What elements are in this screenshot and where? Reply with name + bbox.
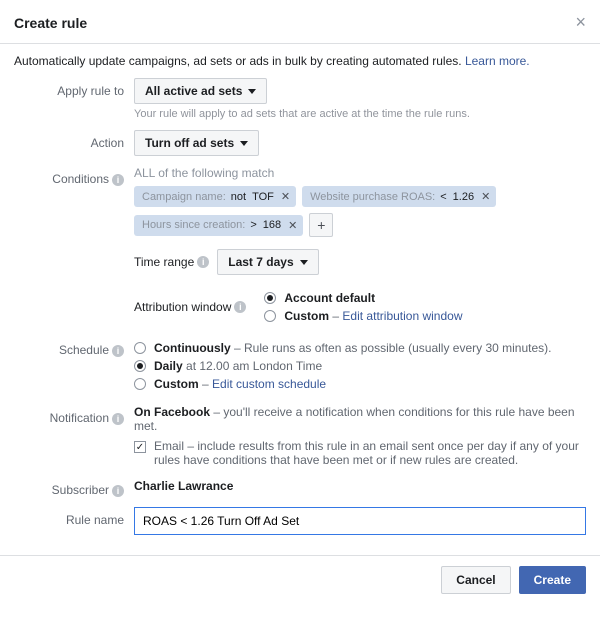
time-range-label: Time rangei (134, 255, 209, 269)
close-icon[interactable]: × (575, 12, 586, 33)
action-label: Action (14, 130, 134, 150)
create-button[interactable]: Create (519, 566, 586, 594)
subscriber-label: Subscriberi (14, 477, 134, 497)
info-icon[interactable]: i (112, 345, 124, 357)
apply-to-dropdown[interactable]: All active ad sets (134, 78, 267, 104)
action-dropdown[interactable]: Turn off ad sets (134, 130, 259, 156)
modal-header: Create rule × (0, 0, 600, 44)
edit-attribution-link[interactable]: Edit attribution window (342, 309, 462, 323)
remove-icon[interactable]: ✕ (281, 190, 290, 203)
info-icon[interactable]: i (197, 256, 209, 268)
action-selected: Turn off ad sets (145, 136, 234, 150)
subtitle-text: Automatically update campaigns, ad sets … (14, 54, 462, 68)
radio-account-default[interactable] (264, 292, 276, 304)
attribution-label: Attribution windowi (134, 300, 246, 314)
schedule-label: Schedulei (14, 337, 134, 357)
rule-name-input[interactable] (134, 507, 586, 535)
remove-icon[interactable]: ✕ (288, 219, 297, 232)
email-desc: Email – include results from this rule i… (154, 439, 586, 467)
apply-to-hint: Your rule will apply to ad sets that are… (134, 108, 586, 120)
remove-icon[interactable]: ✕ (481, 190, 490, 203)
info-icon[interactable]: i (112, 485, 124, 497)
cancel-button[interactable]: Cancel (441, 566, 510, 594)
info-icon[interactable]: i (234, 301, 246, 313)
modal-footer: Cancel Create (0, 556, 600, 604)
notification-label: Notificationi (14, 405, 134, 425)
time-range-dropdown[interactable]: Last 7 days (217, 249, 318, 275)
email-checkbox[interactable]: ✓ (134, 441, 146, 453)
caret-down-icon (300, 260, 308, 265)
modal-body: Automatically update campaigns, ad sets … (0, 44, 600, 541)
radio-schedule-custom[interactable] (134, 378, 146, 390)
radio-attribution-custom[interactable] (264, 310, 276, 322)
modal-title: Create rule (14, 15, 87, 31)
apply-to-label: Apply rule to (14, 78, 134, 98)
info-icon[interactable]: i (112, 413, 124, 425)
radio-schedule-daily[interactable] (134, 360, 146, 372)
subscriber-name: Charlie Lawrance (134, 477, 586, 493)
apply-to-selected: All active ad sets (145, 84, 242, 98)
info-icon[interactable]: i (112, 174, 124, 186)
learn-more-link[interactable]: Learn more. (465, 54, 530, 68)
condition-pill[interactable]: Hours since creation: > 168 ✕ (134, 215, 303, 236)
conditions-label: Conditionsi (14, 166, 134, 186)
edit-schedule-link[interactable]: Edit custom schedule (212, 377, 326, 391)
condition-pill[interactable]: Website purchase ROAS: < 1.26 ✕ (302, 186, 496, 207)
caret-down-icon (240, 141, 248, 146)
condition-pill[interactable]: Campaign name: not TOF ✕ (134, 186, 296, 207)
conditions-header: ALL of the following match (134, 166, 586, 180)
notification-text: On Facebook – you'll receive a notificat… (134, 405, 586, 433)
create-rule-modal: Create rule × Automatically update campa… (0, 0, 600, 604)
radio-schedule-continuous[interactable] (134, 342, 146, 354)
rule-name-label: Rule name (14, 507, 134, 527)
subtitle: Automatically update campaigns, ad sets … (14, 54, 586, 68)
caret-down-icon (248, 89, 256, 94)
add-condition-button[interactable]: + (309, 213, 333, 237)
